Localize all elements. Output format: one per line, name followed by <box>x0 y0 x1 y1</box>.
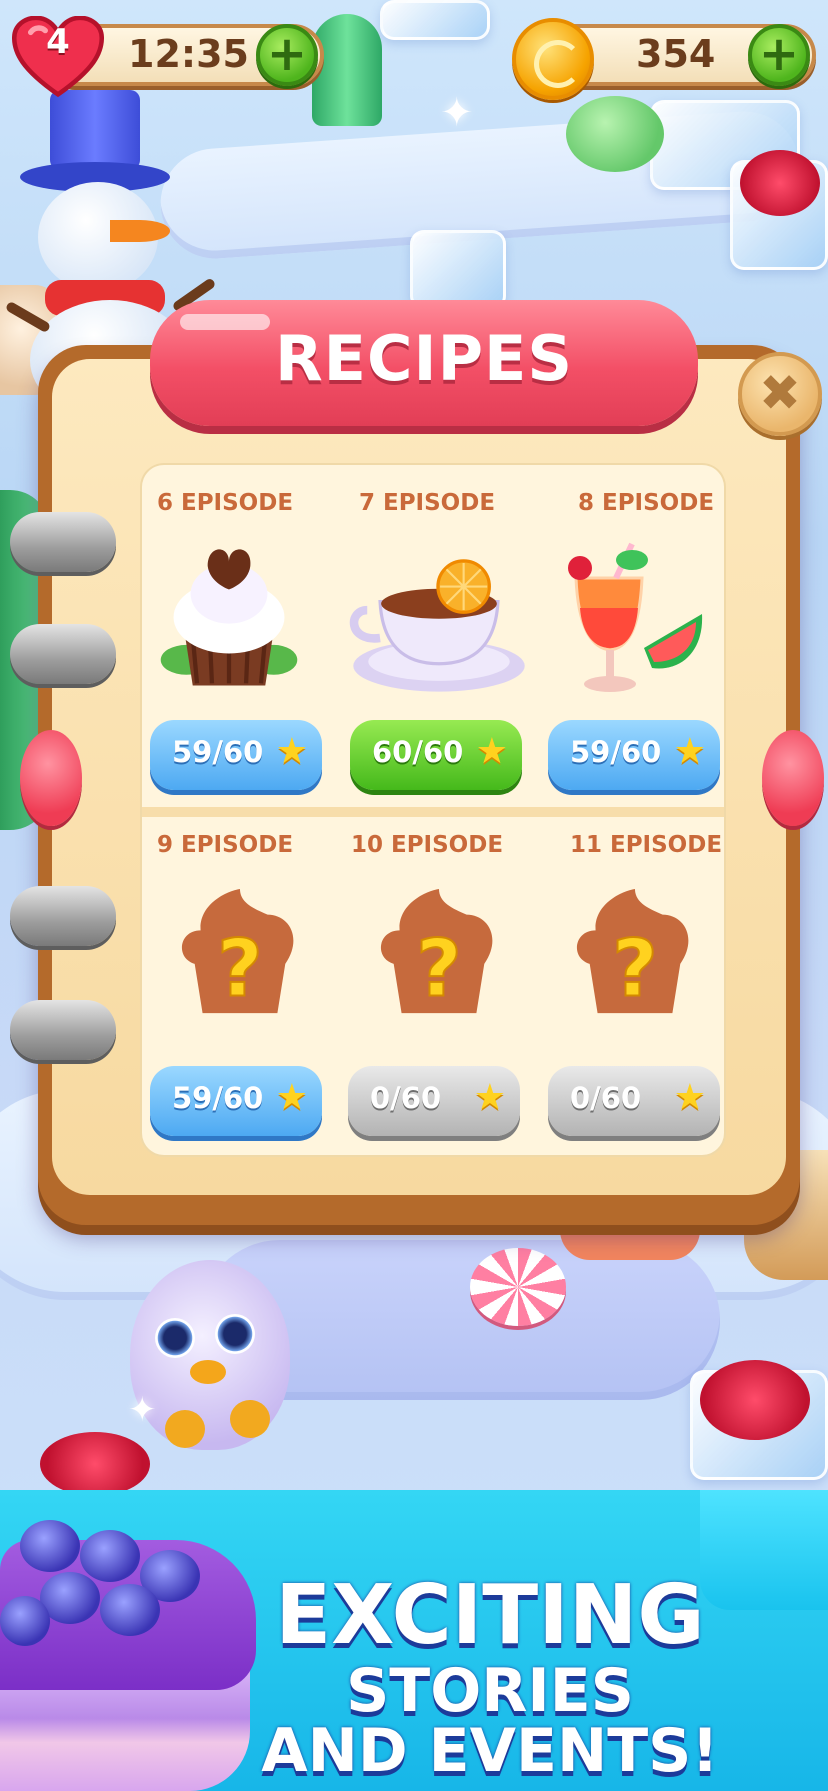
star-progress-text: 59/60 <box>172 1081 264 1115</box>
lives-timer: 12:35 <box>128 32 249 76</box>
star-icon: ★ <box>473 1077 506 1118</box>
locked-recipe-icon: ? <box>576 889 689 1015</box>
sparkle: ✦ <box>128 1390 157 1430</box>
star-progress-pill: 59/60 ★ <box>150 720 322 790</box>
question-mark: ? <box>416 922 462 1014</box>
locked-recipe-icon: ? <box>181 889 294 1015</box>
binder-ring <box>10 512 116 572</box>
locked-recipe-icon: ? <box>380 889 493 1015</box>
star-progress-pill: 59/60 ★ <box>150 1066 322 1136</box>
coin-icon <box>512 18 594 100</box>
banner-line-3: AND EVENTS! <box>261 1716 719 1786</box>
ice-cube <box>410 230 506 310</box>
snowman-arm <box>4 300 52 334</box>
question-mark: ? <box>217 922 263 1014</box>
episode-label: 6 EPISODE <box>156 490 294 516</box>
star-icon: ★ <box>673 731 706 772</box>
episode-label: 8 EPISODE <box>577 490 715 516</box>
panel-title: RECIPES <box>274 322 574 395</box>
star-progress-text: 0/60 <box>570 1081 642 1115</box>
star-progress-pill: 59/60 ★ <box>548 720 720 790</box>
star-progress-pill: 0/60 ★ <box>548 1066 720 1136</box>
question-mark: ? <box>612 922 658 1014</box>
snowman-hat <box>20 90 170 196</box>
star-icon: ★ <box>275 1077 308 1118</box>
binder-ring <box>10 1000 116 1060</box>
star-progress-pill: 0/60 ★ <box>348 1066 520 1136</box>
cupcake-icon <box>160 549 298 686</box>
star-progress-pill: 60/60 ★ <box>350 720 522 790</box>
tree-decoration <box>312 14 382 126</box>
candy-decoration <box>470 1248 566 1326</box>
star-icon: ★ <box>275 731 308 772</box>
previous-page-arrow[interactable] <box>20 730 82 826</box>
add-coins-button[interactable]: + <box>748 24 810 86</box>
star-icon: ★ <box>475 731 508 772</box>
episode-label: 7 EPISODE <box>358 490 496 516</box>
binder-ring <box>10 624 116 684</box>
cocktail-icon <box>568 542 703 692</box>
snowman-character <box>0 90 220 420</box>
add-lives-button[interactable]: + <box>256 24 318 86</box>
ice-cube <box>380 0 490 40</box>
page-divider <box>142 807 724 817</box>
snowman-nose <box>110 220 170 242</box>
close-button[interactable]: ✖ <box>738 352 822 436</box>
lives-count: 4 <box>46 22 70 62</box>
banner-line-1: EXCITING <box>275 1568 705 1663</box>
next-page-arrow[interactable] <box>762 730 824 826</box>
coin-count: 354 <box>636 32 716 76</box>
star-progress-text: 0/60 <box>370 1081 442 1115</box>
ice-cream-decoration <box>566 96 664 172</box>
raspberry-decoration <box>700 1360 810 1440</box>
episode-label: 9 EPISODE <box>156 832 294 858</box>
episode-label: 10 EPISODE <box>350 832 504 858</box>
episode-label: 11 EPISODE <box>569 832 723 858</box>
raspberry-decoration <box>740 150 820 216</box>
star-progress-text: 60/60 <box>372 735 464 769</box>
star-icon: ★ <box>673 1077 706 1118</box>
binder-ring <box>10 886 116 946</box>
star-progress-text: 59/60 <box>172 735 264 769</box>
star-progress-text: 59/60 <box>570 735 662 769</box>
sparkle: ✦ <box>440 90 474 136</box>
tea-cup-icon <box>349 559 525 692</box>
